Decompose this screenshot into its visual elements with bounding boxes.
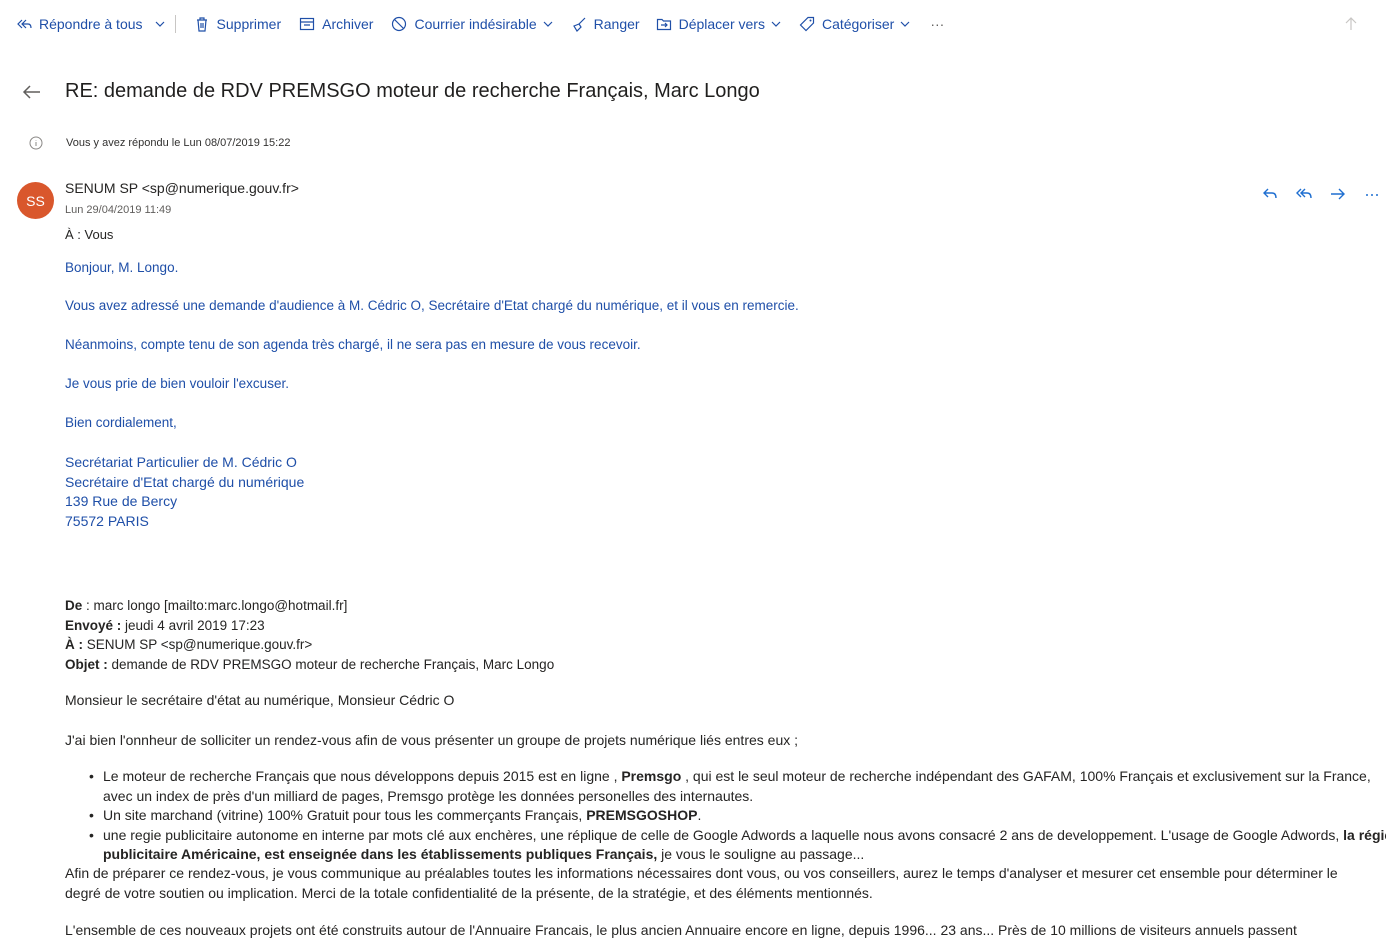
delete-label: Supprimer — [216, 16, 282, 32]
list-item: Le moteur de recherche Français que nous… — [89, 767, 1386, 806]
reply-button[interactable] — [1260, 184, 1280, 204]
reply-icon — [1263, 188, 1277, 199]
original-intro: J'ai bien l'onnheur de solliciter un ren… — [65, 732, 799, 748]
original-message-header: De : marc longo [mailto:marc.longo@hotma… — [65, 596, 554, 674]
move-to-button[interactable]: Déplacer vers — [656, 0, 781, 48]
archive-label: Archiver — [322, 16, 374, 32]
signature: Secrétariat Particulier de M. Cédric O S… — [65, 453, 304, 531]
list-item: Un site marchand (vitrine) 100% Gratuit … — [89, 806, 1386, 826]
message-actions — [1260, 184, 1382, 204]
replied-info-text: Vous y avez répondu le Lun 08/07/2019 15… — [66, 137, 291, 149]
original-from: De : marc longo [mailto:marc.longo@hotma… — [65, 598, 348, 613]
more-icon — [1366, 194, 1378, 196]
tag-icon — [799, 16, 815, 32]
subject-row: RE: demande de RDV PREMSGO moteur de rec… — [0, 70, 1386, 114]
original-subject: Objet : demande de RDV PREMSGO moteur de… — [65, 656, 555, 672]
reply-all-dropdown[interactable] — [149, 15, 176, 33]
folder-move-icon — [656, 18, 671, 31]
signature-line: Secrétaire d'Etat chargé du numérique — [65, 473, 305, 490]
archive-icon — [300, 17, 315, 31]
message-subject: RE: demande de RDV PREMSGO moteur de rec… — [65, 80, 760, 102]
sender-name[interactable]: SENUM SP <sp@numerique.gouv.fr> — [65, 180, 299, 196]
list-item: une regie publicitaire autonome en inter… — [89, 826, 1386, 865]
back-arrow-icon[interactable] — [20, 80, 44, 104]
project-list: Le moteur de recherche Français que nous… — [65, 767, 1386, 865]
signature-line: 139 Rue de Bercy — [65, 493, 178, 509]
junk-button[interactable]: Courrier indésirable — [391, 0, 553, 48]
avatar[interactable]: SS — [17, 182, 54, 219]
junk-label: Courrier indésirable — [414, 16, 537, 32]
reply-closing: Bien cordialement, — [65, 415, 177, 430]
reply-paragraph: Je vous prie de bien vouloir l'excuser. — [65, 376, 289, 391]
original-paragraph: Afin de préparer ce rendez-vous, je vous… — [65, 865, 1338, 901]
reply-paragraph: Vous avez adressé une demande d'audience… — [65, 298, 799, 313]
scroll-up-button[interactable] — [1343, 0, 1366, 48]
block-icon — [392, 16, 407, 32]
message-date: Lun 29/04/2019 11:49 — [65, 204, 172, 216]
signature-line: Secrétariat Particulier de M. Cédric O — [65, 454, 297, 470]
signature-line: 75572 PARIS — [65, 512, 149, 529]
more-actions-button[interactable]: ··· — [930, 0, 944, 48]
more-message-actions-button[interactable] — [1362, 184, 1382, 204]
categorize-label: Catégoriser — [821, 16, 895, 32]
forward-button[interactable] — [1328, 184, 1348, 204]
move-to-label: Déplacer vers — [678, 16, 765, 32]
sweep-label: Ranger — [593, 16, 640, 32]
arrow-up-icon — [1345, 17, 1357, 30]
chevron-down-icon — [543, 21, 553, 27]
original-paragraph-truncated: L'ensemble de ces nouveaux projets ont é… — [65, 922, 1297, 938]
reply-all-message-button[interactable] — [1294, 184, 1314, 204]
reply-all-icon — [1296, 188, 1312, 199]
reply-paragraph: Néanmoins, compte tenu de son agenda trè… — [65, 337, 641, 352]
reply-all-icon — [17, 19, 32, 29]
chevron-down-icon — [155, 21, 164, 27]
reply-all-button[interactable]: Répondre à tous — [16, 0, 143, 48]
sweep-button[interactable]: Ranger — [571, 0, 640, 48]
reply-all-label: Répondre à tous — [39, 16, 143, 32]
info-icon — [29, 136, 43, 150]
original-to: À : SENUM SP <sp@numerique.gouv.fr> — [65, 637, 313, 652]
delete-button[interactable]: Supprimer — [194, 0, 282, 48]
replied-info-bar: Vous y avez répondu le Lun 08/07/2019 15… — [0, 132, 700, 156]
categorize-button[interactable]: Catégoriser — [799, 0, 910, 48]
chevron-down-icon — [900, 21, 910, 27]
original-sent: Envoyé : jeudi 4 avril 2019 17:23 — [65, 617, 265, 633]
reply-greeting: Bonjour, M. Longo. — [65, 260, 179, 275]
command-toolbar: Répondre à tous Supprimer Archiver Courr… — [0, 0, 1386, 48]
trash-icon — [196, 17, 207, 32]
original-salutation: Monsieur le secrétaire d'état au numériq… — [65, 692, 455, 708]
broom-icon — [572, 17, 586, 32]
archive-button[interactable]: Archiver — [299, 0, 373, 48]
forward-arrow-icon — [1331, 188, 1345, 200]
chevron-down-icon — [771, 21, 781, 27]
recipient-line: À : Vous — [65, 227, 114, 242]
